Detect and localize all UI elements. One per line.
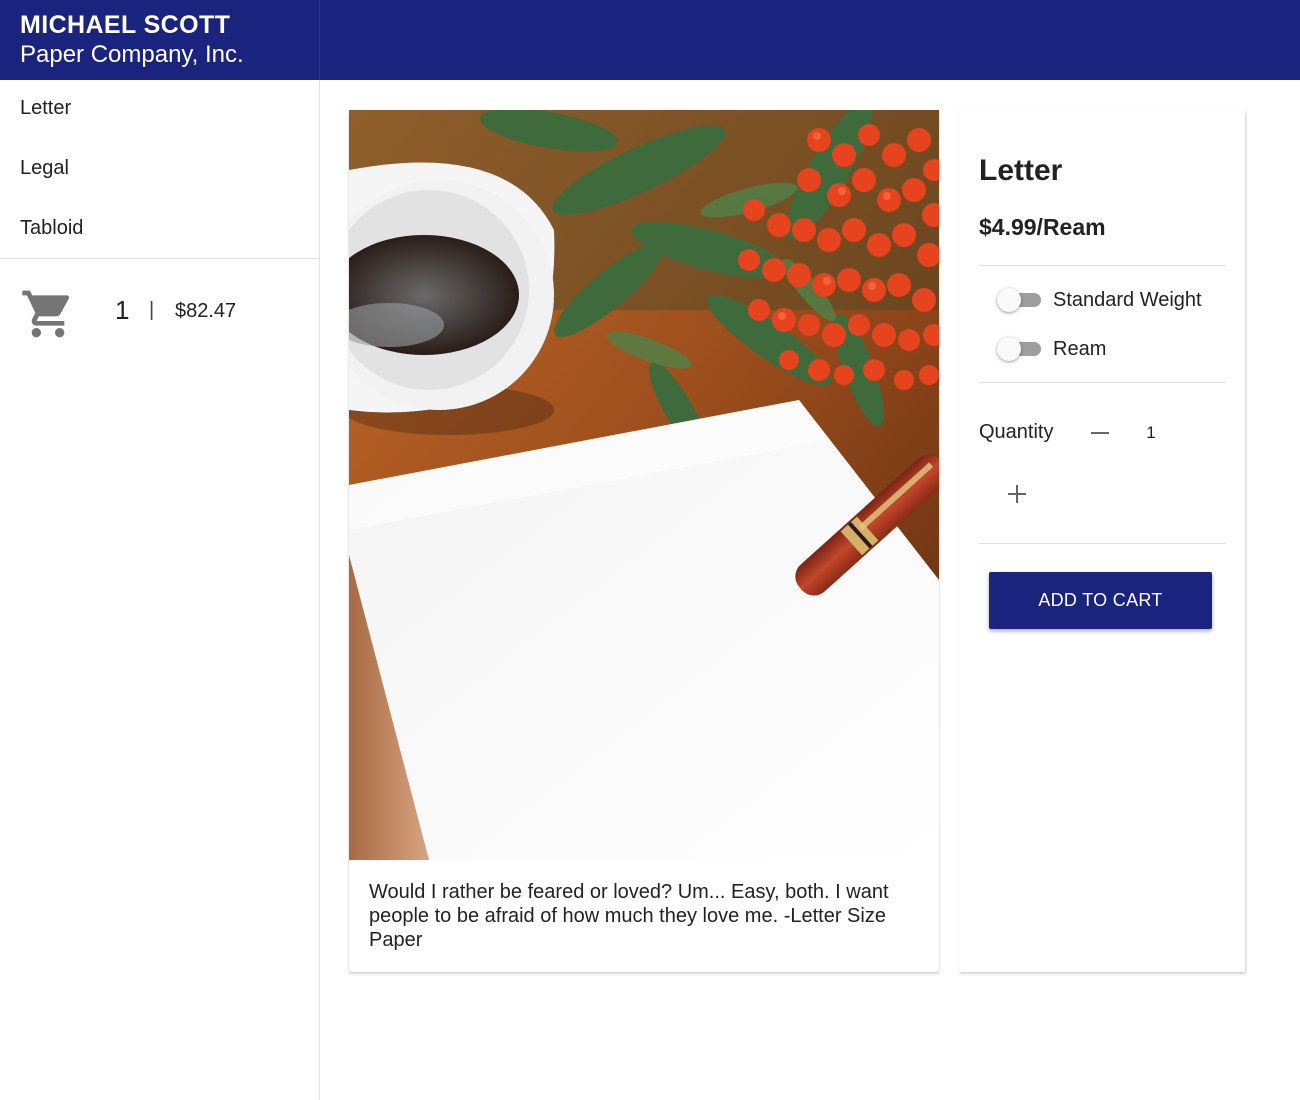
divider — [979, 382, 1226, 383]
product-price: $4.99/Ream — [979, 214, 1106, 240]
quantity-label: Quantity — [979, 421, 1054, 443]
standard-weight-toggle[interactable]: Standard Weight — [997, 285, 1202, 315]
sidebar-item-letter[interactable]: Letter — [0, 78, 319, 138]
standard-weight-label: Standard Weight — [1053, 288, 1202, 311]
sidebar-item-tabloid[interactable]: Tabloid — [0, 198, 319, 258]
toggle-switch[interactable] — [997, 334, 1043, 364]
decrement-button[interactable] — [1080, 413, 1120, 453]
increment-button[interactable] — [997, 474, 1037, 514]
product-image — [349, 110, 939, 860]
toggle-thumb — [997, 337, 1021, 361]
product-name: Letter — [979, 154, 1063, 187]
cart-item-count: 1 — [115, 295, 130, 325]
toggle-switch[interactable] — [997, 285, 1043, 315]
cart-summary: 1 | $82.47 — [0, 259, 319, 365]
minus-icon — [1091, 432, 1109, 434]
brand-title: MICHAEL SCOTT — [20, 11, 231, 39]
add-to-cart-button[interactable]: ADD TO CART — [989, 572, 1212, 629]
divider — [979, 543, 1226, 544]
ream-label: Ream — [1053, 337, 1107, 360]
toggle-thumb — [997, 288, 1021, 312]
product-detail-card: Letter $4.99/Ream Standard Weight Ream Q… — [959, 110, 1245, 972]
divider — [979, 265, 1226, 266]
app-root: MICHAEL SCOTT Paper Company, Inc. Letter… — [0, 0, 1300, 1100]
product-quote: Would I rather be feared or loved? Um...… — [369, 881, 889, 951]
shopping-cart-icon[interactable] — [20, 286, 76, 342]
sidebar-item-legal[interactable]: Legal — [0, 138, 319, 198]
quantity-value[interactable]: 1 — [1139, 423, 1163, 443]
product-card: Would I rather be feared or loved? Um...… — [349, 110, 939, 972]
brand[interactable]: MICHAEL SCOTT Paper Company, Inc. — [0, 0, 320, 80]
ream-toggle[interactable]: Ream — [997, 334, 1106, 364]
sidebar-nav: Letter Legal Tabloid — [0, 78, 319, 258]
plus-icon — [1008, 485, 1026, 503]
app-header: MICHAEL SCOTT Paper Company, Inc. — [0, 0, 1300, 80]
cart-total: $82.47 — [175, 300, 237, 322]
brand-subtitle: Paper Company, Inc. — [20, 41, 244, 68]
cart-separator: | — [149, 299, 155, 321]
sidebar: Letter Legal Tabloid 1 | $82.47 — [0, 80, 320, 1100]
